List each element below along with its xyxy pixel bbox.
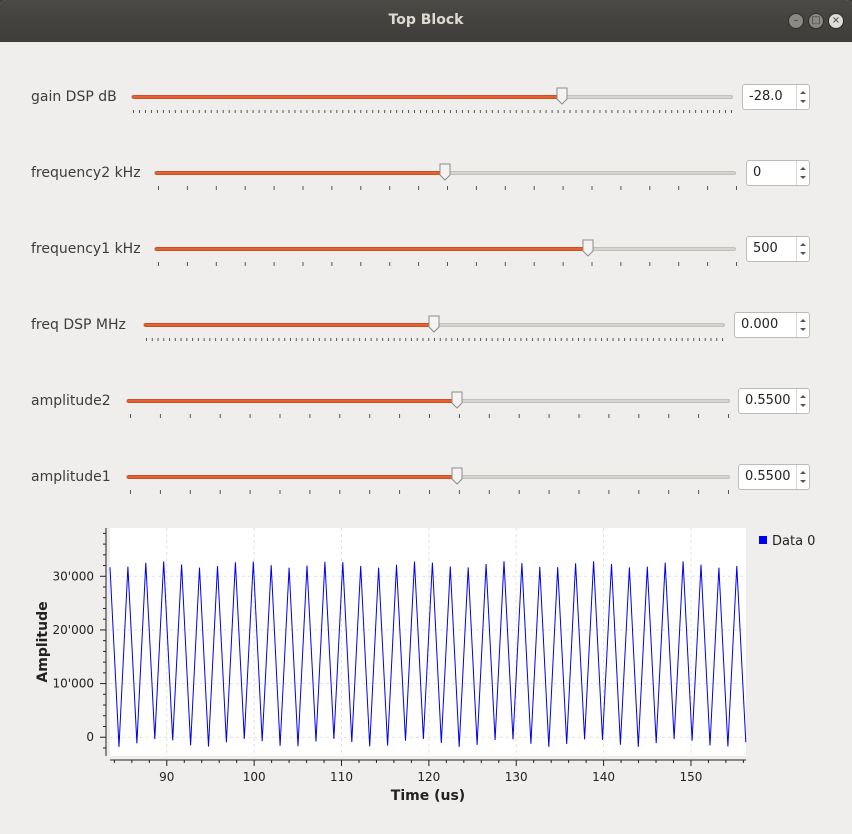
slider-ticks: [133, 110, 732, 113]
slider-fill: [155, 247, 589, 251]
y-tick-label: 20'000: [53, 623, 94, 637]
maximize-icon[interactable]: □: [808, 13, 824, 29]
slider-ticks: [158, 186, 737, 190]
slider-fill: [155, 171, 446, 175]
slider-handle[interactable]: [556, 87, 568, 105]
spinbox-frequency2[interactable]: 0: [746, 160, 810, 186]
spinbox-value[interactable]: 0.000: [741, 317, 778, 332]
slider-gain-dsp[interactable]: [131, 95, 733, 99]
spinbox-arrows[interactable]: [796, 465, 809, 489]
close-icon[interactable]: ×: [828, 13, 844, 29]
slider-amplitude1[interactable]: [126, 475, 730, 479]
slider-handle[interactable]: [439, 163, 451, 181]
time-plot[interactable]: 0 10'000 20'000 30'000 90 100 110 120 130 140 150…: [0, 510, 852, 834]
spinbox-arrows[interactable]: [796, 85, 809, 109]
x-tick-label: 140: [592, 770, 615, 784]
slider-handle[interactable]: [451, 467, 463, 485]
spinbox-arrows[interactable]: [796, 313, 809, 337]
control-label-amplitude1: amplitude1: [31, 469, 111, 485]
slider-ticks: [158, 262, 737, 266]
spinbox-arrows[interactable]: [796, 389, 809, 413]
y-tick-label: 10'000: [53, 677, 94, 691]
minimize-icon[interactable]: –: [788, 13, 804, 29]
slider-fill: [127, 399, 458, 403]
spinbox-value[interactable]: 0.5500: [745, 393, 791, 408]
slider-handle[interactable]: [451, 391, 463, 409]
slider-frequency1[interactable]: [154, 247, 736, 251]
x-tick-label: 150: [680, 770, 703, 784]
spinbox-arrows[interactable]: [796, 237, 809, 261]
y-tick-label: 30'000: [53, 569, 94, 583]
slider-fill: [127, 475, 458, 479]
x-tick-label: 100: [243, 770, 266, 784]
control-label-frequency1: frequency1 kHz: [31, 241, 141, 257]
x-tick-label: 120: [417, 770, 440, 784]
slider-amplitude2[interactable]: [126, 399, 730, 403]
slider-fill: [144, 323, 435, 327]
title-bar: Top Block – □ ×: [0, 0, 852, 42]
spinbox-value[interactable]: 0.5500: [745, 469, 791, 484]
control-label-frequency2: frequency2 kHz: [31, 165, 141, 181]
slider-fill: [132, 95, 563, 99]
legend-label: Data 0: [772, 534, 815, 549]
spinbox-gain-dsp[interactable]: -28.0: [742, 84, 810, 110]
x-tick-label: 90: [159, 770, 174, 784]
y-axis-label: Amplitude: [35, 601, 51, 682]
legend-swatch: [759, 536, 767, 544]
slider-ticks: [130, 414, 729, 418]
x-axis-label: Time (us): [391, 788, 465, 804]
spinbox-frequency1[interactable]: 500: [746, 236, 810, 262]
control-label-amplitude2: amplitude2: [31, 393, 111, 409]
x-tick-label: 110: [330, 770, 353, 784]
spinbox-amplitude1[interactable]: 0.5500: [738, 464, 810, 490]
spinbox-value[interactable]: 500: [753, 241, 778, 256]
spinbox-value[interactable]: 0: [753, 165, 761, 180]
time-plot-svg: 0 10'000 20'000 30'000 90 100 110 120 130 140 150…: [35, 528, 815, 804]
slider-handle[interactable]: [582, 239, 594, 257]
window-title: Top Block: [388, 12, 464, 28]
slider-ticks: [146, 338, 723, 341]
spinbox-value[interactable]: -28.0: [749, 89, 783, 104]
control-label-gain-dsp: gain DSP dB: [31, 89, 117, 105]
y-tick-label: 0: [86, 730, 94, 744]
app-window: Top Block – □ × gain DSP dB -28.0 freque…: [0, 0, 852, 834]
spinbox-amplitude2[interactable]: 0.5500: [738, 388, 810, 414]
spinbox-freq-dsp[interactable]: 0.000: [734, 312, 810, 338]
spinbox-arrows[interactable]: [796, 161, 809, 185]
slider-ticks: [130, 490, 729, 494]
slider-handle[interactable]: [428, 315, 440, 333]
control-label-freq-dsp: freq DSP MHz: [31, 317, 126, 333]
x-tick-label: 130: [505, 770, 528, 784]
